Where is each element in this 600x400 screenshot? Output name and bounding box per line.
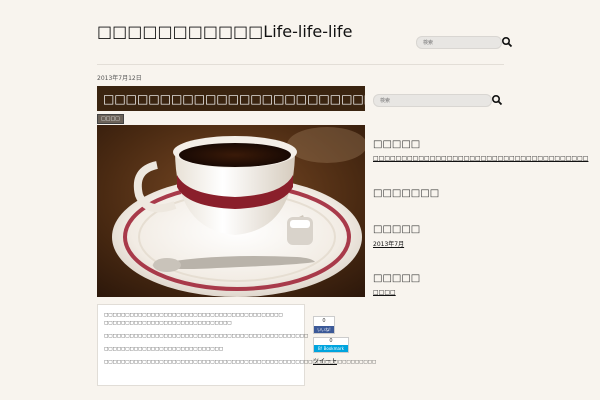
search-icon[interactable] <box>501 36 513 48</box>
category-link[interactable]: □□□□ <box>373 289 396 296</box>
post-content: □□□□□□□□□□□□□□□□□□□□□□□□□□□□□□□□□□□□□□□□… <box>97 304 377 386</box>
hatena-bookmark-count: 0 <box>329 338 333 344</box>
post-category-tag[interactable]: □□□□ <box>97 114 124 124</box>
archive-link[interactable]: 2013年7月 <box>373 239 404 248</box>
search-icon[interactable] <box>491 94 503 106</box>
categories-title: □□□□□ <box>373 273 421 284</box>
tweet-link[interactable]: ツイート <box>313 356 349 365</box>
post-paragraph: □□□□□□□□□□□□□□□□□□□□□□□□□□□□□□ <box>104 321 232 326</box>
post-paragraph: □□□□□□□□□□□□□□□□□□□□□□□□□□□□□□□□□□□□□□□□… <box>104 334 309 339</box>
archives-title: □□□□□ <box>373 224 421 235</box>
hatena-bookmark-label: B! Bookmark <box>314 345 348 352</box>
header-search <box>416 36 513 49</box>
header-search-input[interactable] <box>417 37 489 48</box>
site-title[interactable]: □□□□□□□□□□□Life-life-life <box>97 22 352 41</box>
post-paragraph: □□□□□□□□□□□□□□□□□□□□□□□□□□□□□□□□□□□□□□□□… <box>104 313 283 318</box>
recent-comments-title: □□□□□□□ <box>373 188 440 199</box>
post-title[interactable]: □□□□□□□□□□□□□□□□□□□□□□□□□□□□□□□□ <box>97 86 365 111</box>
sidebar-search <box>373 94 503 107</box>
recent-post-link[interactable]: □□□□□□□□□□□□□□□□□□□□□□□□□□□□□□□□□□□□□□ <box>373 155 588 162</box>
header-divider <box>97 64 504 65</box>
facebook-like-count: 0 <box>322 318 326 324</box>
facebook-like-label: いいね! <box>314 326 334 333</box>
post-paragraph: □□□□□□□□□□□□□□□□□□□□□□□□□□□□ <box>104 347 224 352</box>
share-buttons: 0 いいね! 0 B! Bookmark ツイート <box>313 316 349 365</box>
recent-posts-title: □□□□□ <box>373 139 421 150</box>
post-paragraph: □□□□□□□□□□□□□□□□□□□□□□□□□□□□□□□□□□□□□□□□… <box>104 360 377 365</box>
facebook-like-button[interactable]: 0 いいね! <box>313 316 335 334</box>
coffee-cup-photo <box>97 125 365 297</box>
post-title-text[interactable]: □□□□□□□□□□□□□□□□□□□□□□□□□□□□□□□□ <box>103 92 365 106</box>
post-date: 2013年7月12日 <box>97 75 142 82</box>
hatena-bookmark-button[interactable]: 0 B! Bookmark <box>313 337 349 353</box>
sidebar-search-input[interactable] <box>374 95 480 106</box>
